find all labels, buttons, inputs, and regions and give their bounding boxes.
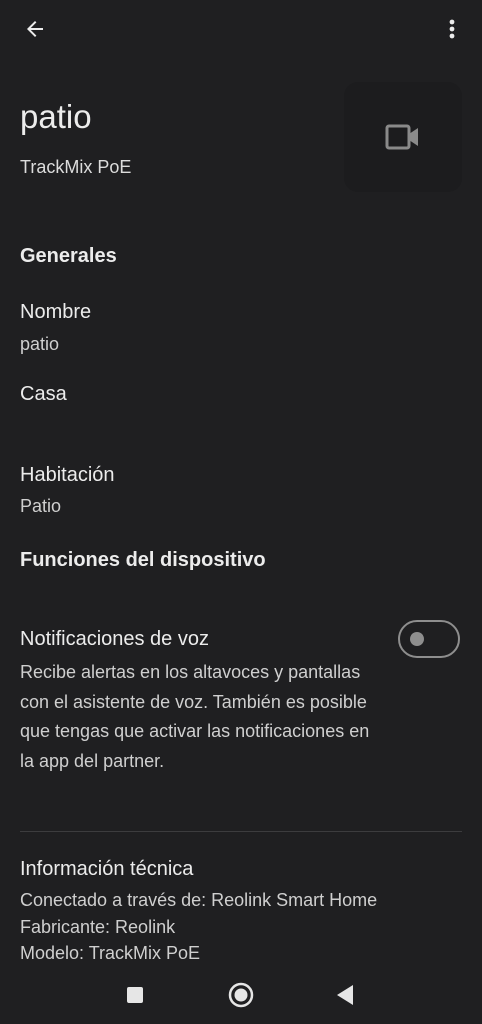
system-back-button[interactable] bbox=[330, 980, 360, 1010]
system-navigation-bar bbox=[0, 968, 482, 1024]
voice-notifications-label: Notificaciones de voz bbox=[20, 628, 209, 650]
more-vertical-icon bbox=[449, 19, 455, 39]
setting-name-label: Nombre bbox=[20, 301, 92, 323]
tech-info-title: Información técnica bbox=[20, 858, 194, 880]
setting-home-label: Casa bbox=[20, 383, 67, 405]
square-recents-icon bbox=[127, 987, 143, 1003]
circle-home-icon bbox=[228, 982, 254, 1008]
voice-notifications-toggle[interactable] bbox=[398, 620, 460, 658]
section-header-general: Generales bbox=[20, 245, 117, 267]
setting-home-row[interactable] bbox=[0, 370, 482, 440]
voice-notifications-description: Recibe alertas en los altavoces y pantal… bbox=[20, 662, 370, 771]
video-camera-icon bbox=[385, 124, 418, 150]
home-button[interactable] bbox=[226, 980, 256, 1010]
divider bbox=[20, 831, 462, 832]
setting-room-label: Habitación bbox=[20, 464, 115, 486]
device-name-title: patio bbox=[20, 98, 92, 135]
device-model-subtitle: TrackMix PoE bbox=[20, 157, 132, 177]
toggle-knob bbox=[410, 632, 424, 646]
tech-model-text: Modelo: TrackMix PoE bbox=[20, 943, 201, 963]
section-header-features: Funciones del dispositivo bbox=[20, 549, 266, 571]
triangle-back-icon bbox=[337, 985, 353, 1005]
arrow-left-icon bbox=[27, 21, 43, 37]
tech-connected-text: Conectado a través de: Reolink Smart Hom… bbox=[20, 890, 378, 910]
overflow-menu-button[interactable] bbox=[442, 14, 462, 44]
setting-room-value: Patio bbox=[20, 496, 62, 516]
device-thumbnail bbox=[344, 82, 462, 192]
back-button[interactable] bbox=[20, 14, 50, 44]
setting-name-value: patio bbox=[20, 334, 60, 354]
tech-manufacturer-text: Fabricante: Reolink bbox=[20, 917, 176, 937]
device-settings-screen: patio TrackMix PoE Generales Nombre pati… bbox=[0, 0, 482, 1024]
recents-button[interactable] bbox=[120, 980, 150, 1010]
